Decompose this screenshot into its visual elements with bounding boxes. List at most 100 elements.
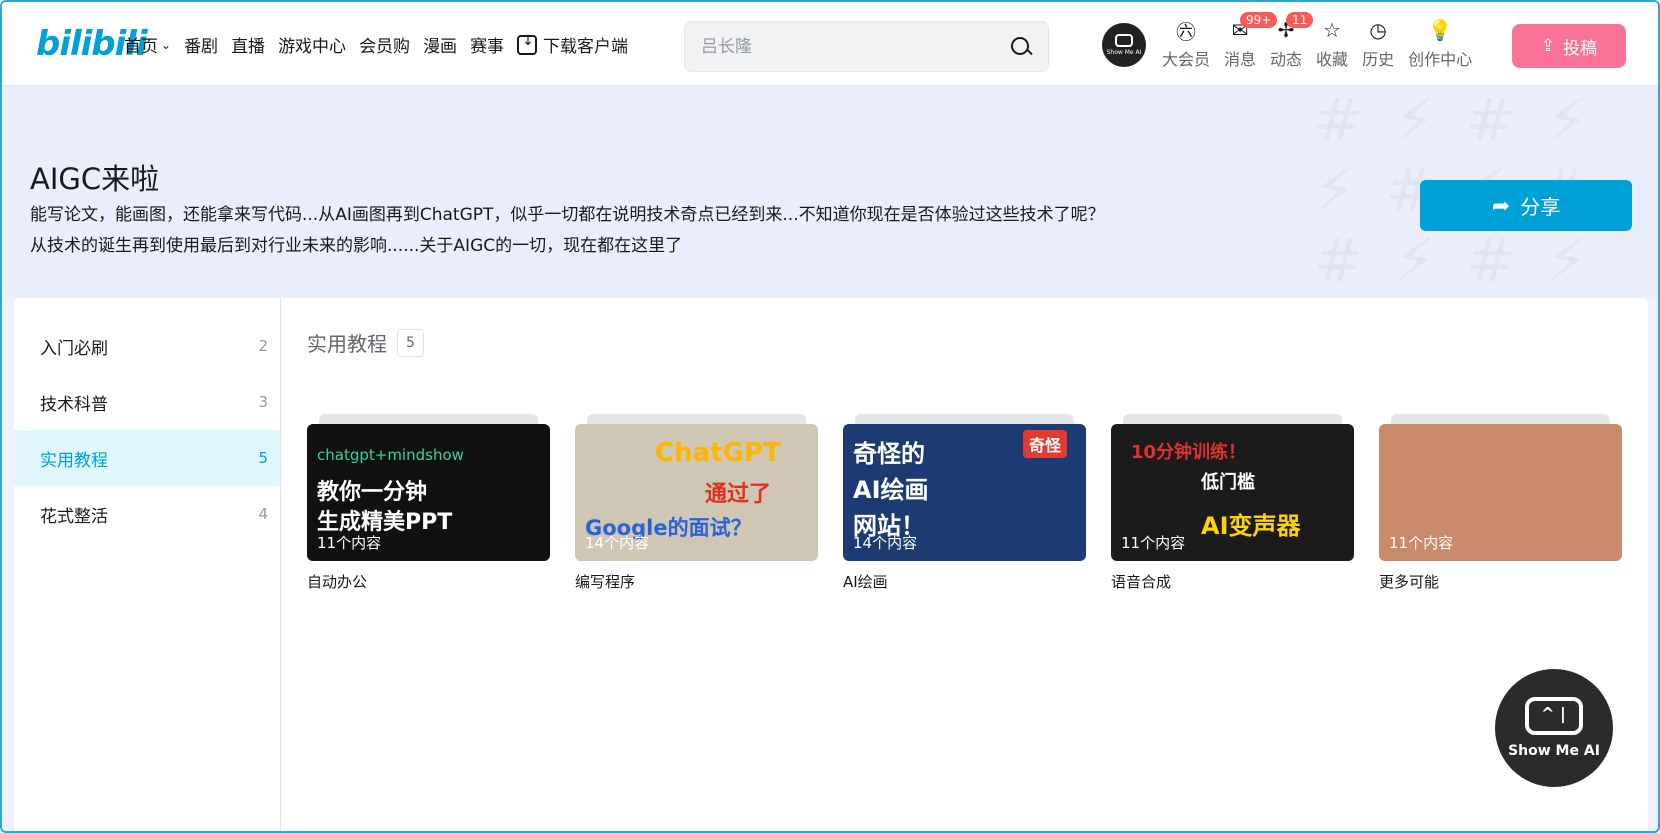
nav-manga[interactable]: 漫画 (423, 32, 457, 57)
nav-messages[interactable]: ✉ 99+ 消息 (1224, 12, 1278, 70)
upload-label: 投稿 (1563, 38, 1598, 58)
clock-icon: ◷ (1369, 18, 1387, 42)
share-button[interactable]: ➦ 分享 (1420, 180, 1632, 231)
nav-game-center[interactable]: 游戏中心 (278, 32, 346, 57)
nav-anime[interactable]: 番剧 (184, 32, 218, 57)
thumb-text: 通过了 (705, 482, 772, 507)
card-thumbnail[interactable]: 奇怪的 AI绘画 网站！ 奇怪 14个内容 (843, 424, 1086, 561)
nav-favorites-label: 收藏 (1316, 50, 1349, 69)
card-stack-decoration (1379, 410, 1622, 424)
card-content-count: 14个内容 (853, 534, 918, 552)
upload-button[interactable]: ⇪ 投稿 (1512, 24, 1626, 68)
search-icon[interactable] (1010, 36, 1032, 58)
nav-vip[interactable]: ㊅ 大会员 (1162, 18, 1210, 70)
thumb-text: 低门槛 (1201, 472, 1255, 493)
card-thumbnail[interactable]: ChatGPT 通过了 Google的面试？ 14个内容 (575, 424, 818, 561)
content-panel: 入门必刷 2 技术科普 3 实用教程 5 花式整活 4 实用教程 5 chatg… (14, 298, 1648, 831)
main-nav: 首页 ⌄ 番剧 直播 游戏中心 会员购 漫画 赛事 下载客户端 (124, 32, 641, 58)
avatar[interactable]: Show Me AI (1102, 23, 1146, 67)
sidebar-item-beginner[interactable]: 入门必刷 2 (14, 318, 280, 374)
topic-title: AIGC来啦 (30, 162, 160, 196)
topic-description: 能写论文，能画图，还能拿来写代码...从AI画图再到ChatGPT，似乎一切都在… (30, 205, 1105, 256)
nav-creator-center[interactable]: 💡 创作中心 (1408, 18, 1472, 70)
collection-card-voice-synthesis[interactable]: 10分钟训练！ 低门槛 AI变声器 11个内容 语音合成 (1111, 410, 1354, 592)
sidebar-item-fun[interactable]: 花式整活 4 (14, 486, 280, 542)
nav-member-shop[interactable]: 会员购 (359, 32, 410, 57)
sidebar-item-count: 2 (258, 337, 268, 355)
download-icon (517, 33, 538, 55)
nav-history-label: 历史 (1362, 50, 1395, 69)
vip-icon: ㊅ (1176, 19, 1196, 44)
main-section: 实用教程 5 chatgpt+mindshow 教你一分钟 生成精美PPT 11… (307, 328, 1622, 591)
card-title[interactable]: 语音合成 (1111, 571, 1354, 592)
share-label: 分享 (1520, 197, 1561, 219)
collection-cards: chatgpt+mindshow 教你一分钟 生成精美PPT 11个内容 自动办… (307, 410, 1622, 592)
sidebar-item-tutorials[interactable]: 实用教程 5 (14, 430, 280, 486)
card-content-count: 14个内容 (585, 534, 650, 552)
sidebar-item-count: 3 (258, 393, 268, 411)
card-title[interactable]: 编写程序 (575, 571, 818, 592)
right-nav: ㊅ 大会员 ✉ 99+ 消息 ✢ 11 动态 ☆ 收藏 ◷ 历史 � (1162, 12, 1486, 70)
nav-esports[interactable]: 赛事 (470, 32, 504, 57)
collection-card-ai-painting[interactable]: 奇怪的 AI绘画 网站！ 奇怪 14个内容 AI绘画 (843, 410, 1086, 592)
avatar-label: Show Me AI (1106, 49, 1142, 56)
section-count-badge: 5 (397, 328, 424, 357)
robot-icon (1525, 697, 1583, 735)
thumb-text: AI绘画 (853, 476, 929, 504)
nav-favorites[interactable]: ☆ 收藏 (1316, 18, 1348, 70)
sidebar-item-tech-science[interactable]: 技术科普 3 (14, 374, 280, 430)
category-sidebar: 入门必刷 2 技术科普 3 实用教程 5 花式整活 4 (14, 298, 281, 831)
upload-icon: ⇪ (1540, 36, 1556, 55)
collection-card-programming[interactable]: ChatGPT 通过了 Google的面试？ 14个内容 编写程序 (575, 410, 818, 592)
sidebar-item-label: 技术科普 (40, 394, 108, 415)
star-icon: ☆ (1323, 18, 1342, 42)
nav-download-label: 下载客户端 (543, 37, 629, 57)
card-stack-decoration (843, 410, 1086, 424)
card-title[interactable]: 自动办公 (307, 571, 550, 592)
thumb-text: 奇怪的 (853, 440, 925, 468)
thumb-text: 10分钟训练！ (1131, 442, 1247, 463)
sidebar-item-label: 实用教程 (40, 450, 108, 471)
section-title: 实用教程 (307, 332, 387, 356)
card-thumbnail[interactable]: chatgpt+mindshow 教你一分钟 生成精美PPT 11个内容 (307, 424, 550, 561)
card-title[interactable]: AI绘画 (843, 571, 1086, 592)
sidebar-item-label: 花式整活 (40, 506, 108, 527)
share-icon: ➦ (1491, 192, 1511, 218)
search-box (684, 21, 1049, 72)
card-stack-decoration (575, 410, 818, 424)
top-header: bilibili 首页 ⌄ 番剧 直播 游戏中心 会员购 漫画 赛事 下载客户端… (2, 2, 1658, 86)
show-me-ai-floating-button[interactable]: Show Me AI (1495, 669, 1613, 787)
nav-dynamic[interactable]: ✢ 11 动态 (1270, 12, 1314, 70)
nav-dynamic-label: 动态 (1270, 50, 1303, 69)
thumb-badge: 奇怪 (1023, 430, 1068, 458)
chevron-down-icon: ⌄ (161, 37, 172, 52)
card-stack-decoration (307, 410, 550, 424)
robot-icon (1115, 34, 1133, 47)
card-content-count: 11个内容 (1121, 534, 1186, 552)
card-stack-decoration (1111, 410, 1354, 424)
sidebar-item-count: 5 (258, 449, 268, 467)
search-input[interactable] (701, 36, 1010, 57)
card-title[interactable]: 更多可能 (1379, 571, 1622, 592)
nav-home[interactable]: 首页 ⌄ (124, 32, 171, 57)
nav-home-label: 首页 (124, 37, 158, 57)
card-thumbnail[interactable]: 11个内容 (1379, 424, 1622, 561)
thumb-text: 教你一分钟 (317, 480, 428, 505)
sidebar-item-label: 入门必刷 (40, 338, 108, 359)
card-thumbnail[interactable]: 10分钟训练！ 低门槛 AI变声器 11个内容 (1111, 424, 1354, 561)
nav-creator-label: 创作中心 (1408, 50, 1473, 69)
thumb-text: AI变声器 (1201, 512, 1301, 540)
nav-live[interactable]: 直播 (231, 32, 265, 57)
collection-card-more[interactable]: 11个内容 更多可能 (1379, 410, 1622, 592)
nav-messages-label: 消息 (1224, 50, 1257, 69)
nav-history[interactable]: ◷ 历史 (1362, 18, 1394, 70)
dynamic-badge: 11 (1286, 12, 1314, 28)
card-content-count: 11个内容 (1389, 534, 1454, 552)
thumb-text: ChatGPT (655, 438, 781, 468)
nav-vip-label: 大会员 (1162, 50, 1211, 69)
thumb-text: chatgpt+mindshow (317, 446, 464, 464)
card-content-count: 11个内容 (317, 534, 382, 552)
nav-download-client[interactable]: 下载客户端 (517, 32, 628, 57)
topic-banner: #⚡#⚡⚡#⚡##⚡#⚡ AIGC来啦 能写论文，能画图，还能拿来写代码...从… (2, 86, 1658, 298)
collection-card-auto-office[interactable]: chatgpt+mindshow 教你一分钟 生成精美PPT 11个内容 自动办… (307, 410, 550, 592)
